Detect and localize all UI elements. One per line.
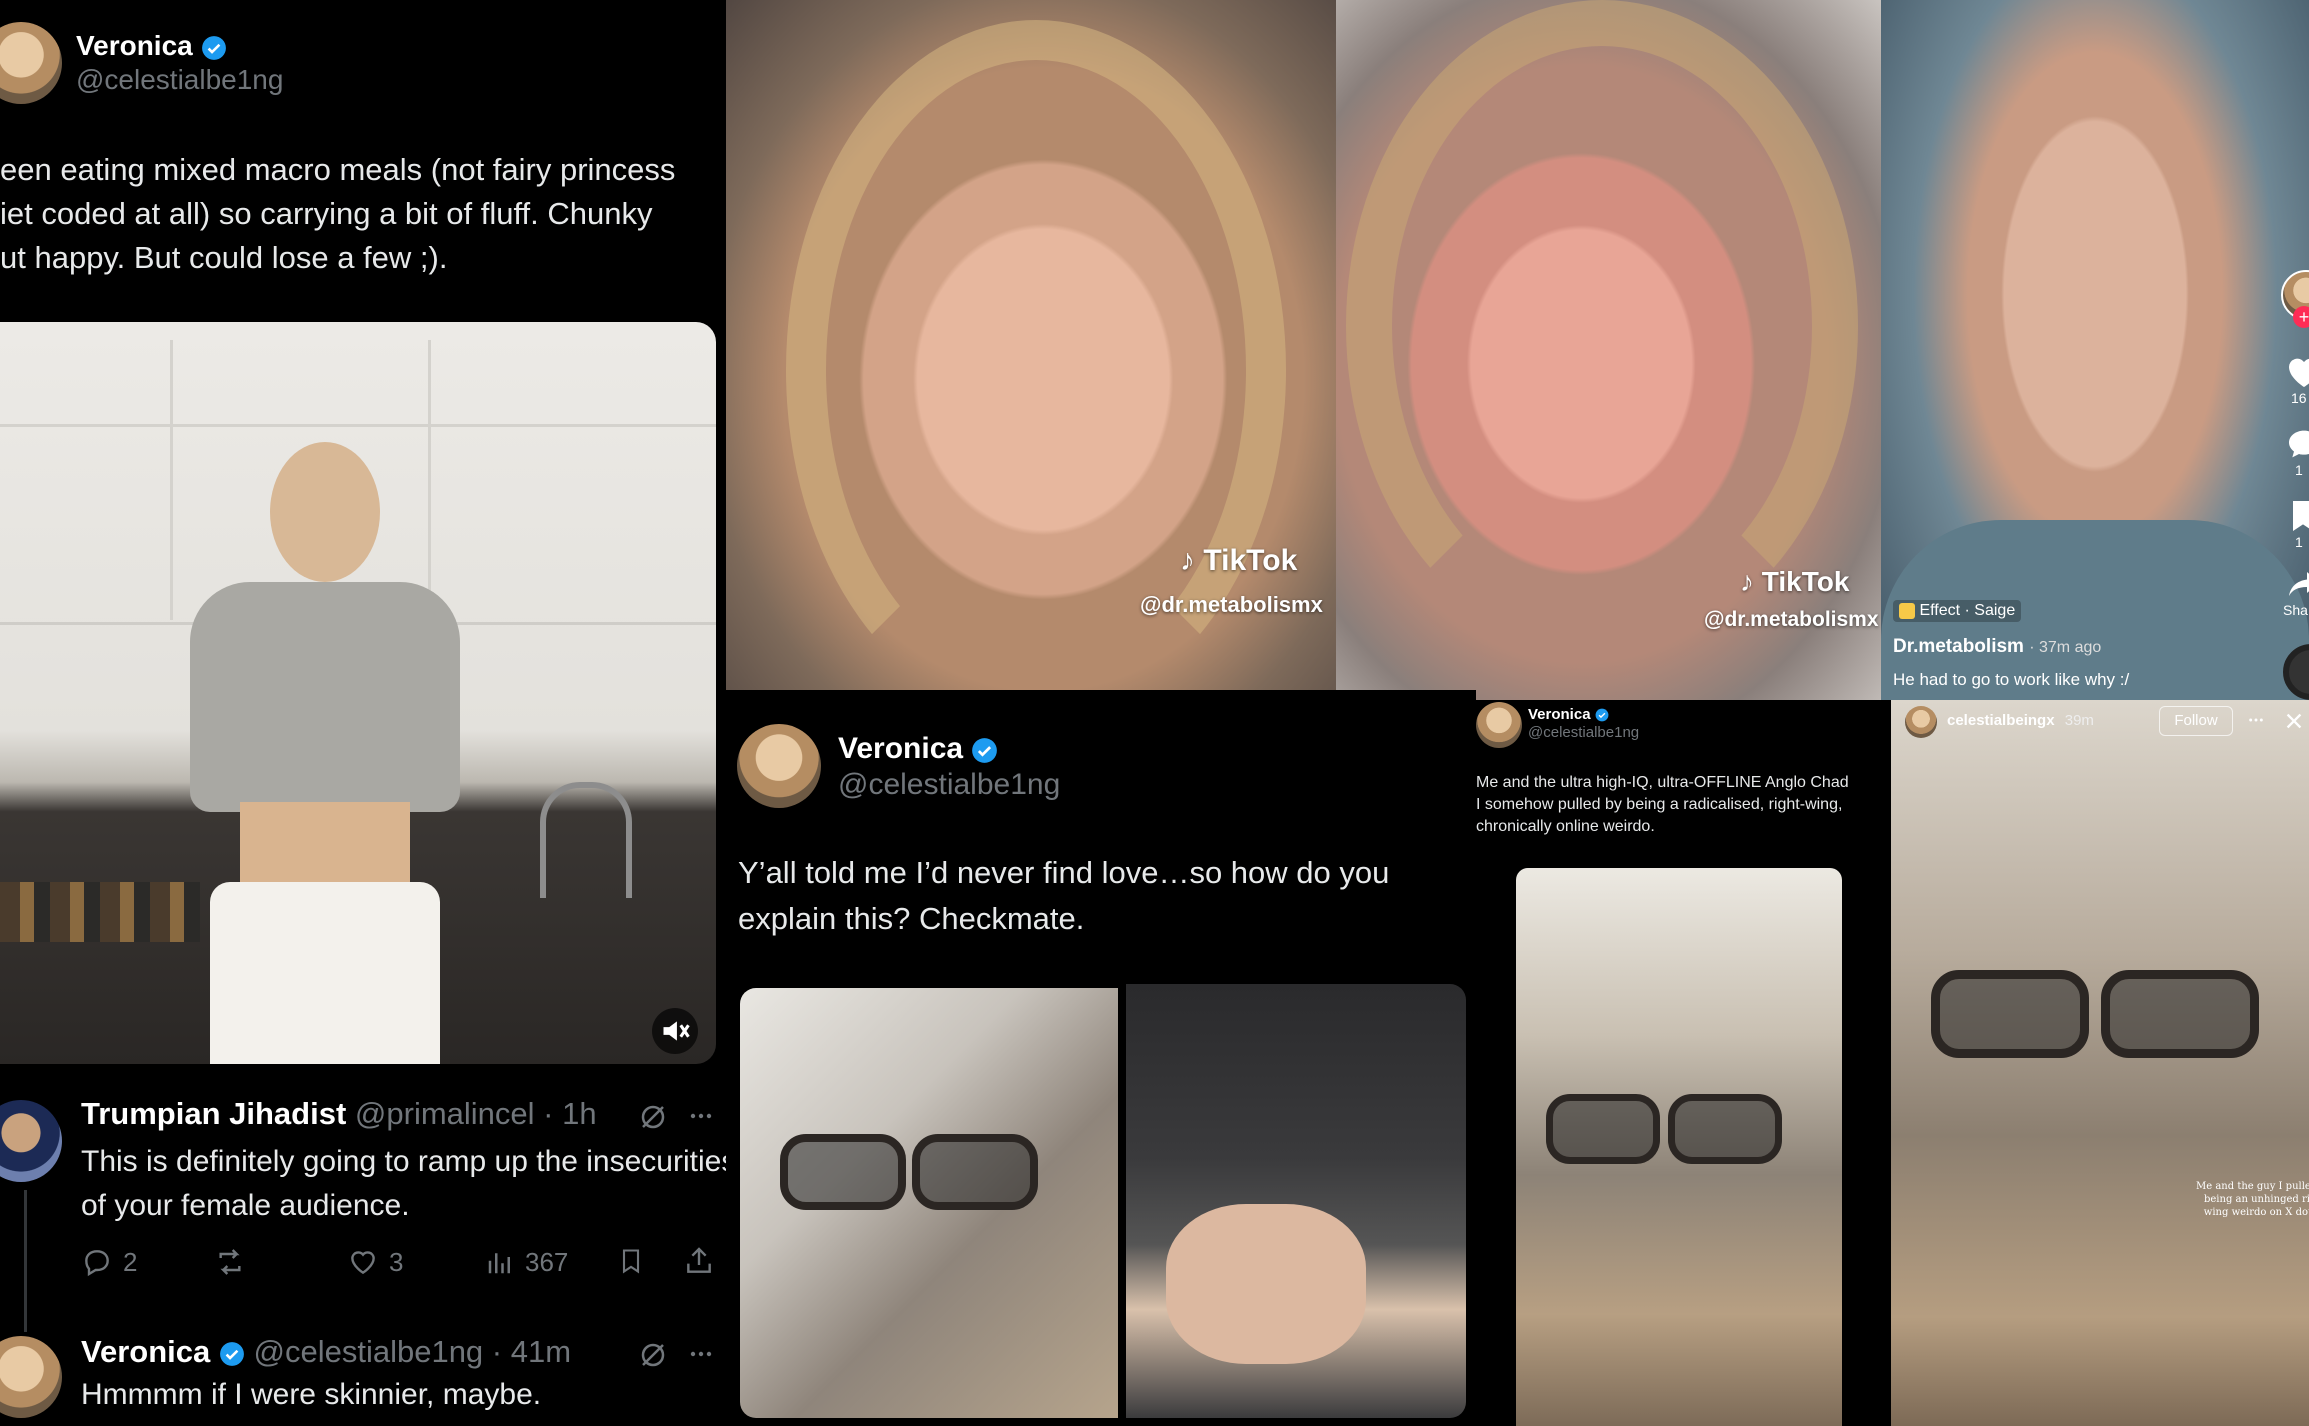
bookmark-icon[interactable]: [617, 1244, 645, 1278]
tiktok-note-icon: ♪: [1180, 544, 1195, 577]
author-name[interactable]: Veronica: [81, 1334, 210, 1369]
tiktok-note-icon: ♪: [1740, 566, 1754, 597]
tiktok-video-3[interactable]: + 16 1 1 Sha Effect · Saige Dr.metabolis…: [1881, 0, 2309, 700]
tweet-top: Veronica @celestialbe1ng een eating mixe…: [0, 0, 726, 1426]
follow-plus-icon[interactable]: +: [2293, 306, 2309, 328]
author-handle[interactable]: @celestialbe1ng: [838, 768, 1060, 802]
comment-count: 1: [2295, 462, 2303, 478]
mute-icon[interactable]: [652, 1008, 698, 1054]
verified-badge-icon: [219, 1341, 244, 1366]
avatar[interactable]: [737, 724, 821, 808]
verified-badge-icon: [972, 737, 998, 763]
tiktok-video-2[interactable]: ♪ TikTok @dr.metabolismx: [1336, 0, 1881, 700]
timestamp: 39m: [2064, 712, 2094, 729]
action-bar: 2 3 367: [81, 1244, 721, 1280]
tweet-center: Veronica @celestialbe1ng Y’all told me I…: [726, 690, 1476, 1426]
share-icon[interactable]: [683, 1244, 715, 1278]
share-label: Sha: [2283, 602, 2308, 618]
tweet-text: Y’all told me I’d never find love…so how…: [738, 855, 1390, 936]
grok-icon[interactable]: [638, 1340, 668, 1370]
views-count: 367: [525, 1246, 569, 1277]
tiktok-video-1[interactable]: ♪ TikTok @dr.metabolismx: [726, 0, 1336, 690]
timestamp: · 37m ago: [2029, 639, 2102, 656]
person-figure: [150, 442, 510, 1064]
timestamp[interactable]: · 1h: [543, 1096, 596, 1131]
avatar[interactable]: [0, 1336, 62, 1418]
tweet-text: een eating mixed macro meals (not fairy …: [0, 152, 676, 275]
tweet-photo[interactable]: [1516, 868, 1842, 1426]
more-icon[interactable]: [686, 1104, 716, 1128]
story-avatar[interactable]: [1905, 706, 1937, 738]
hands: [1166, 1204, 1366, 1364]
more-icon[interactable]: [2245, 712, 2267, 728]
views-icon: [488, 1253, 510, 1274]
author-handle[interactable]: @celestialbe1ng: [1528, 724, 1639, 741]
tweet-photo-1[interactable]: [740, 988, 1118, 1418]
reply-button[interactable]: 2: [81, 1246, 137, 1278]
save-count: 1: [2295, 534, 2303, 550]
effect-icon: [1899, 602, 1915, 619]
author-handle[interactable]: @celestialbe1ng: [254, 1334, 484, 1369]
story-username[interactable]: celestialbeingx: [1947, 712, 2055, 729]
hair-shape: [786, 20, 1286, 690]
tiktok-caption: He had to go to work like why :/: [1893, 670, 2130, 689]
story-panel[interactable]: celestialbeingx 39m Follow Me and the gu…: [1891, 700, 2309, 1426]
thread-line: [24, 1190, 27, 1332]
heart-icon: [351, 1251, 375, 1275]
like-count: 16: [2291, 390, 2307, 406]
hair-shape: [1346, 0, 1858, 652]
tiktok-logo: ♪ TikTok: [1180, 544, 1298, 577]
timestamp[interactable]: · 41m: [492, 1334, 571, 1369]
grok-icon[interactable]: [638, 1102, 668, 1132]
tiktok-username[interactable]: @dr.metabolismx: [1704, 608, 1879, 632]
more-icon[interactable]: [686, 1342, 716, 1366]
tweet-text: Me and the ultra high-IQ, ultra-OFFLINE …: [1476, 774, 1849, 835]
avatar[interactable]: [1476, 702, 1522, 748]
close-icon[interactable]: [2283, 710, 2305, 732]
effect-tag[interactable]: Effect · Saige: [1893, 600, 2022, 622]
reply-icon: [85, 1250, 109, 1277]
like-icon[interactable]: [2283, 352, 2309, 392]
verified-badge-icon: [201, 35, 226, 60]
tiktok-username[interactable]: @dr.metabolismx: [1140, 592, 1323, 618]
tiktok-logo: ♪ TikTok: [1740, 566, 1850, 597]
reply-count: 2: [123, 1246, 138, 1277]
author-handle[interactable]: @celestialbe1ng: [76, 64, 283, 96]
tweet-video[interactable]: [0, 322, 716, 1064]
tiktok-username[interactable]: Dr.metabolism: [1893, 636, 2024, 657]
author-name[interactable]: Veronica: [1528, 706, 1591, 723]
share-arrow-icon[interactable]: [2283, 566, 2309, 602]
views-button[interactable]: 367: [485, 1247, 568, 1278]
reply-text: Hmmmm if I were skinnier, maybe.: [81, 1378, 542, 1411]
reply-text: This is definitely going to ramp up the …: [81, 1145, 726, 1222]
tweet-photo-2[interactable]: [1126, 984, 1466, 1418]
avatar[interactable]: [0, 1100, 62, 1182]
author-name[interactable]: Veronica: [76, 30, 193, 61]
follow-button[interactable]: Follow: [2159, 706, 2233, 736]
glasses: [1546, 1094, 1786, 1164]
story-overlay-text: Me and the guy I pulled b being an unhin…: [2196, 1181, 2309, 1218]
tweet-small: Veronica @celestialbe1ng Me and the ultr…: [1476, 700, 1891, 1426]
avatar[interactable]: [0, 22, 62, 104]
like-count: 3: [389, 1246, 404, 1277]
faucet: [540, 782, 632, 898]
repost-button[interactable]: [213, 1246, 247, 1278]
author-name[interactable]: Veronica: [838, 732, 963, 765]
glasses: [780, 1134, 1040, 1210]
verified-badge-icon: [1595, 708, 1609, 722]
comment-icon[interactable]: [2283, 424, 2309, 464]
author-name[interactable]: Trumpian Jihadist: [81, 1096, 346, 1131]
repost-icon: [219, 1249, 241, 1275]
glasses: [1931, 970, 2261, 1058]
bookmark-icon[interactable]: [2283, 496, 2309, 536]
like-button[interactable]: 3: [347, 1246, 403, 1278]
author-handle[interactable]: @primalincel: [355, 1096, 535, 1131]
